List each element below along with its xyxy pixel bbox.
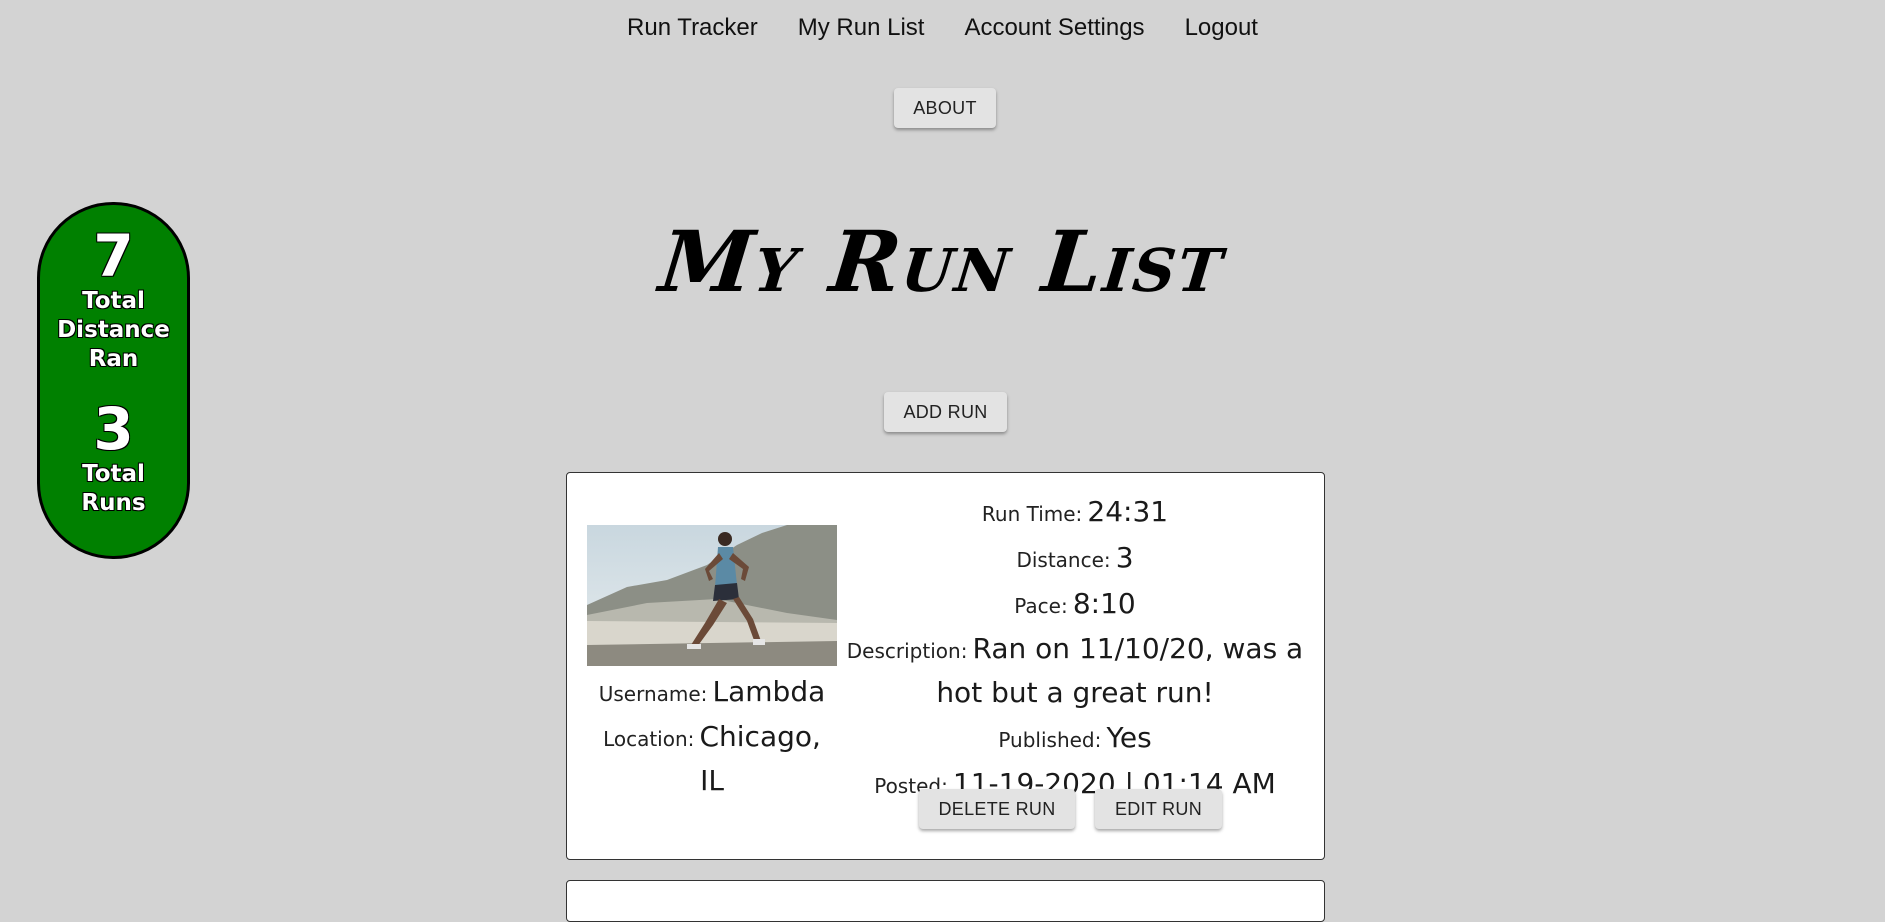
username-value: Lambda xyxy=(712,675,826,708)
published-value: Yes xyxy=(1106,721,1152,754)
nav-account-settings[interactable]: Account Settings xyxy=(964,14,1144,42)
nav-logout[interactable]: Logout xyxy=(1185,14,1258,42)
edit-run-button[interactable]: EDIT RUN xyxy=(1095,789,1222,829)
top-nav: Run Tracker My Run List Account Settings… xyxy=(0,14,1885,42)
distance-value: 3 xyxy=(1115,541,1134,574)
runner-image xyxy=(587,525,837,666)
delete-run-button[interactable]: DELETE RUN xyxy=(919,789,1075,829)
nav-run-tracker[interactable]: Run Tracker xyxy=(627,14,758,42)
total-runs-label: Total Runs xyxy=(81,461,146,516)
location-label: Location: xyxy=(603,727,695,751)
total-runs-value: 3 xyxy=(93,395,134,463)
published-label: Published: xyxy=(998,728,1102,752)
run-card: Username: Lambda Location: Chicago, IL R… xyxy=(566,472,1325,860)
description-value: Ran on 11/10/20, was a hot but a great r… xyxy=(936,632,1304,709)
location-value: Chicago, IL xyxy=(699,720,821,797)
runner-photo xyxy=(587,525,837,666)
pace-value: 8:10 xyxy=(1072,587,1136,620)
description-label: Description: xyxy=(846,639,968,663)
about-button[interactable]: ABOUT xyxy=(894,88,996,128)
username-label: Username: xyxy=(598,682,708,706)
distance-label: Distance: xyxy=(1016,548,1111,572)
nav-my-run-list[interactable]: My Run List xyxy=(798,14,925,42)
pace-label: Pace: xyxy=(1014,594,1068,618)
add-run-button[interactable]: ADD RUN xyxy=(884,392,1007,432)
user-info: Username: Lambda Location: Chicago, IL xyxy=(587,671,837,805)
run-details: Run Time: 24:31 Distance: 3 Pace: 8:10 D… xyxy=(845,491,1305,809)
run-card-next xyxy=(566,880,1325,922)
page-title: My Run List xyxy=(655,212,1230,311)
run-time-label: Run Time: xyxy=(981,502,1083,526)
run-time-value: 24:31 xyxy=(1087,495,1169,528)
